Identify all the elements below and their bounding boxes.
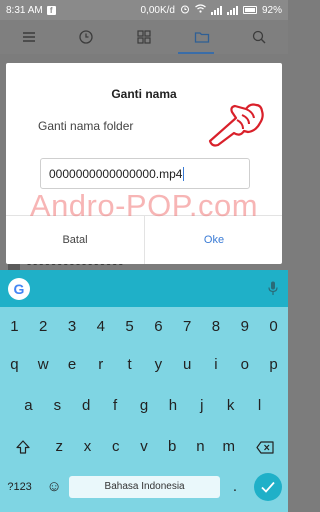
active-tab-indicator — [178, 52, 214, 54]
alarm-icon — [180, 4, 190, 17]
wifi-icon — [195, 4, 206, 16]
key-i[interactable]: i — [202, 347, 231, 383]
key-r[interactable]: r — [86, 347, 115, 383]
key-a[interactable]: a — [14, 388, 43, 424]
number-row: 1234567890 — [0, 309, 288, 345]
key-m[interactable]: m — [215, 429, 243, 465]
microphone-icon[interactable] — [266, 281, 280, 297]
key-7[interactable]: 7 — [173, 309, 202, 345]
bottom-row: ?123 ☺ Bahasa Indonesia . — [0, 469, 288, 505]
key-p[interactable]: p — [259, 347, 288, 383]
pointing-hand-icon — [208, 103, 264, 147]
keyboard-suggestion-bar: G — [0, 270, 288, 307]
shift-key[interactable] — [0, 429, 45, 465]
key-4[interactable]: 4 — [86, 309, 115, 345]
key-b[interactable]: b — [158, 429, 186, 465]
key-q[interactable]: q — [0, 347, 29, 383]
period-key[interactable]: . — [220, 469, 250, 505]
dialog-subtitle: Ganti nama folder — [38, 119, 134, 133]
folder-name-value: 0000000000000000.mp4 — [49, 166, 183, 181]
key-y[interactable]: y — [144, 347, 173, 383]
keyboard: 1234567890 qwertyuiop asdfghjkl zxcvbnm … — [0, 307, 288, 512]
key-c[interactable]: c — [102, 429, 130, 465]
key-5[interactable]: 5 — [115, 309, 144, 345]
key-9[interactable]: 9 — [230, 309, 259, 345]
key-s[interactable]: s — [43, 388, 72, 424]
folder-icon[interactable] — [190, 25, 214, 49]
app-toolbar — [0, 20, 288, 54]
key-f[interactable]: f — [101, 388, 130, 424]
key-2[interactable]: 2 — [29, 309, 58, 345]
key-0[interactable]: 0 — [259, 309, 288, 345]
key-l[interactable]: l — [245, 388, 274, 424]
key-o[interactable]: o — [230, 347, 259, 383]
google-icon[interactable]: G — [8, 277, 30, 300]
key-x[interactable]: x — [73, 429, 101, 465]
key-8[interactable]: 8 — [202, 309, 231, 345]
key-u[interactable]: u — [173, 347, 202, 383]
key-3[interactable]: 3 — [58, 309, 87, 345]
key-g[interactable]: g — [130, 388, 159, 424]
key-t[interactable]: t — [115, 347, 144, 383]
key-v[interactable]: v — [130, 429, 158, 465]
enter-key[interactable] — [254, 473, 283, 501]
facebook-notification-icon: f — [46, 5, 56, 15]
key-d[interactable]: d — [72, 388, 101, 424]
signal-icon-2 — [226, 5, 238, 15]
battery-icon — [242, 6, 257, 14]
cancel-button[interactable]: Batal — [6, 216, 144, 264]
clock-icon[interactable] — [74, 25, 98, 49]
grid-icon[interactable] — [132, 25, 156, 49]
rename-dialog: Ganti nama Ganti nama folder 00000000000… — [6, 63, 282, 264]
key-k[interactable]: k — [216, 388, 245, 424]
network-speed: 0,00K/d — [140, 4, 175, 16]
search-icon[interactable] — [247, 25, 271, 49]
status-bar: 8:31 AM f 0,00K/d 92% — [0, 0, 288, 20]
battery-percent: 92% — [261, 4, 282, 16]
key-z[interactable]: z — [45, 429, 73, 465]
key-1[interactable]: 1 — [0, 309, 29, 345]
status-time: 8:31 AM — [6, 4, 43, 16]
key-h[interactable]: h — [158, 388, 187, 424]
key-j[interactable]: j — [187, 388, 216, 424]
letter-row-1: qwertyuiop — [0, 347, 288, 383]
text-caret — [183, 166, 185, 181]
signal-icon — [210, 5, 222, 15]
ok-button[interactable]: Oke — [145, 216, 283, 264]
symbols-key[interactable]: ?123 — [0, 469, 39, 505]
backspace-key[interactable] — [243, 429, 288, 465]
emoji-key[interactable]: ☺ — [39, 469, 69, 505]
key-w[interactable]: w — [29, 347, 58, 383]
key-e[interactable]: e — [58, 347, 87, 383]
key-6[interactable]: 6 — [144, 309, 173, 345]
folder-name-input[interactable]: 0000000000000000.mp4 — [40, 158, 250, 189]
letter-row-3: zxcvbnm — [0, 429, 288, 465]
letter-row-2: asdfghjkl — [0, 388, 288, 424]
space-key[interactable]: Bahasa Indonesia — [69, 476, 220, 498]
key-n[interactable]: n — [186, 429, 214, 465]
menu-icon[interactable] — [17, 25, 41, 49]
